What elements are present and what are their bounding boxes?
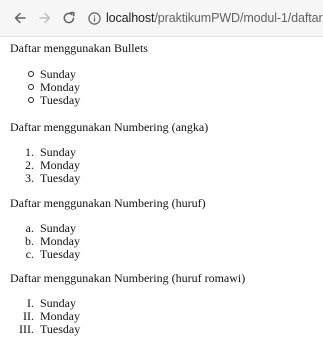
bullet-list: Sunday Monday Tuesday xyxy=(28,67,81,107)
reload-button[interactable] xyxy=(59,8,79,28)
list-marker: a. xyxy=(25,221,34,235)
list-item-text: Monday xyxy=(40,309,80,323)
arrow-left-icon xyxy=(14,12,26,24)
url-path: /praktikumPWD/modul-1/daftar.html xyxy=(154,11,323,25)
address-bar[interactable]: localhost/praktikumPWD/modul-1/daftar.ht… xyxy=(88,7,323,29)
list-marker: 1. xyxy=(25,145,34,159)
list-item-text: Tuesday xyxy=(40,171,81,185)
circle-bullet-icon xyxy=(28,84,34,90)
list-item-text: Tuesday xyxy=(40,247,81,261)
list-marker: c. xyxy=(25,247,34,261)
list-marker: III. xyxy=(19,322,34,336)
list-item: 1. Sunday xyxy=(25,145,80,159)
list-item: 2. Monday xyxy=(25,158,80,172)
list-item: b. Monday xyxy=(25,234,80,248)
list-item: a. Sunday xyxy=(26,221,80,235)
list-marker: I. xyxy=(27,296,34,310)
back-button[interactable] xyxy=(10,8,30,28)
list-item: II. Monday xyxy=(23,309,80,323)
section-heading-numbering-romawi: Daftar menggunakan Numbering (huruf roma… xyxy=(10,271,246,285)
list-marker: 3. xyxy=(25,171,34,185)
list-item-text: Sunday xyxy=(40,145,76,159)
list-item-text: Sunday xyxy=(40,296,76,310)
list-item: Tuesday xyxy=(28,93,81,107)
section-heading-numbering-angka: Daftar menggunakan Numbering (angka) xyxy=(10,120,209,134)
list-item-text: Monday xyxy=(40,234,80,248)
section-heading-numbering-huruf: Daftar menggunakan Numbering (huruf) xyxy=(10,196,206,210)
list-item-text: Sunday xyxy=(40,67,76,81)
circle-bullet-icon xyxy=(28,97,34,103)
numbered-list-huruf: a. Sunday b. Monday c. Tuesday xyxy=(25,221,81,261)
browser-toolbar: localhost/praktikumPWD/modul-1/daftar.ht… xyxy=(0,0,323,37)
numbered-list-angka: 1. Sunday 2. Monday 3. Tuesday xyxy=(25,145,81,185)
section-heading-bullets: Daftar menggunakan Bullets xyxy=(10,41,148,55)
list-item: c. Tuesday xyxy=(26,247,81,261)
list-item: Monday xyxy=(28,80,80,94)
list-item: 3. Tuesday xyxy=(25,171,81,185)
numbered-list-romawi: I. Sunday II. Monday III. Tuesday xyxy=(19,296,81,336)
list-marker: 2. xyxy=(25,158,34,172)
list-item: I. Sunday xyxy=(27,296,80,310)
list-item-text: Monday xyxy=(40,158,80,172)
list-item-text: Tuesday xyxy=(40,322,81,336)
list-item-text: Monday xyxy=(40,80,80,94)
list-marker: II. xyxy=(23,309,34,323)
url-host: localhost xyxy=(106,11,155,25)
reload-icon xyxy=(63,11,75,24)
list-item: III. Tuesday xyxy=(19,322,81,336)
forward-button[interactable] xyxy=(35,8,55,28)
list-item-text: Sunday xyxy=(40,221,76,235)
arrow-right-icon xyxy=(39,12,51,24)
list-item: Sunday xyxy=(28,67,80,81)
list-marker: b. xyxy=(25,234,34,248)
circle-bullet-icon xyxy=(28,71,34,77)
info-icon[interactable] xyxy=(88,10,101,26)
list-item-text: Tuesday xyxy=(40,93,81,107)
url-text[interactable]: localhost/praktikumPWD/modul-1/daftar.ht… xyxy=(106,11,323,25)
